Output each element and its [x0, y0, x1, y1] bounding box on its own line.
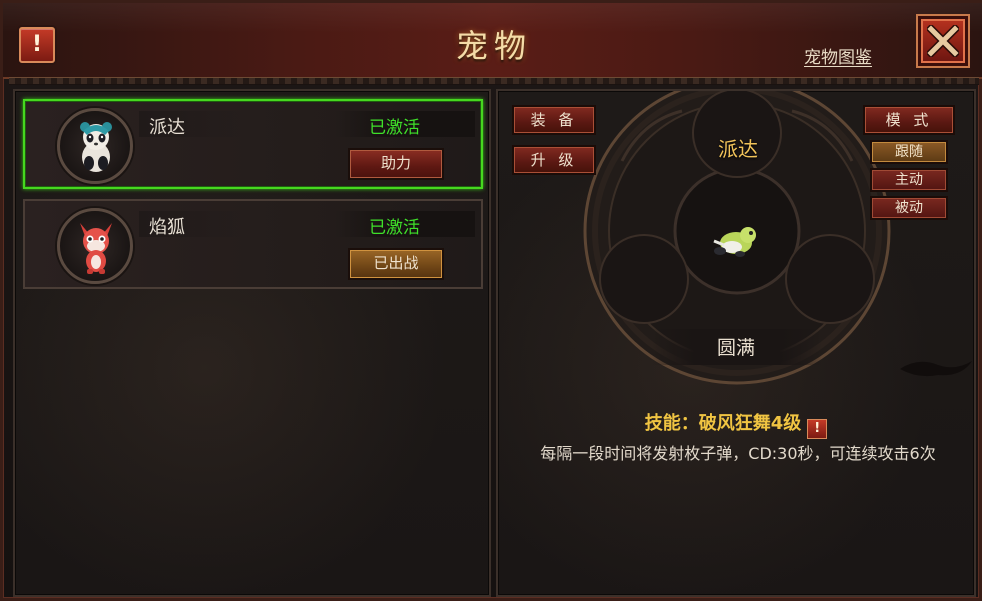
equip-button[interactable]: 装 备	[512, 105, 596, 135]
pet-card-paida[interactable]: 派达 已激活 助力	[23, 99, 483, 189]
upgrade-button[interactable]: 升 级	[512, 145, 596, 175]
pet-pokedex-link[interactable]: 宠物图鉴	[804, 43, 872, 68]
mode-passive-button[interactable]: 被动	[870, 196, 948, 220]
panda-pet-icon	[80, 122, 112, 172]
pet-avatar	[57, 108, 133, 184]
pet-window: ! 宠物 宠物图鉴 派达 已激活 助力 焰狐 已激活 已出战 装 备 升 级 模…	[0, 0, 982, 601]
skill-title: 技能：破风狂舞4级	[644, 413, 802, 434]
pet-status: 已激活	[369, 218, 420, 238]
mode-active-button[interactable]: 主动	[870, 168, 948, 192]
mode-follow-button[interactable]: 跟随	[870, 140, 948, 164]
skill-alert-icon[interactable]: !	[807, 419, 828, 439]
close-x-icon	[927, 25, 959, 57]
ink-decoration	[900, 361, 972, 377]
pet-status: 已激活	[369, 118, 420, 138]
pet-model-image	[713, 227, 756, 257]
fox-pet-icon	[80, 223, 112, 274]
skill-row: 技能：破风狂舞4级!	[498, 409, 974, 439]
title-bar: ! 宠物 宠物图鉴	[3, 3, 982, 85]
pet-list-panel: 派达 已激活 助力 焰狐 已激活 已出战	[13, 89, 491, 597]
mode-button[interactable]: 模 式	[863, 105, 955, 135]
pet-name: 派达	[149, 117, 185, 138]
deployed-button[interactable]: 已出战	[348, 248, 444, 280]
pet-detail-panel: 装 备 升 级 模 式 跟随 主动 被动 派达 圆满 技能：破风狂舞4级! 每隔…	[496, 89, 976, 597]
assist-button[interactable]: 助力	[348, 148, 444, 180]
pet-card-yanhu[interactable]: 焰狐 已激活 已出战	[23, 199, 483, 289]
close-button[interactable]	[916, 14, 970, 68]
pet-avatar	[57, 208, 133, 284]
selected-pet-name: 派达	[718, 137, 758, 161]
pet-name: 焰狐	[149, 217, 185, 238]
skill-description: 每隔一段时间将发射枚子弹，CD:30秒，可连续攻击6次	[540, 444, 936, 463]
